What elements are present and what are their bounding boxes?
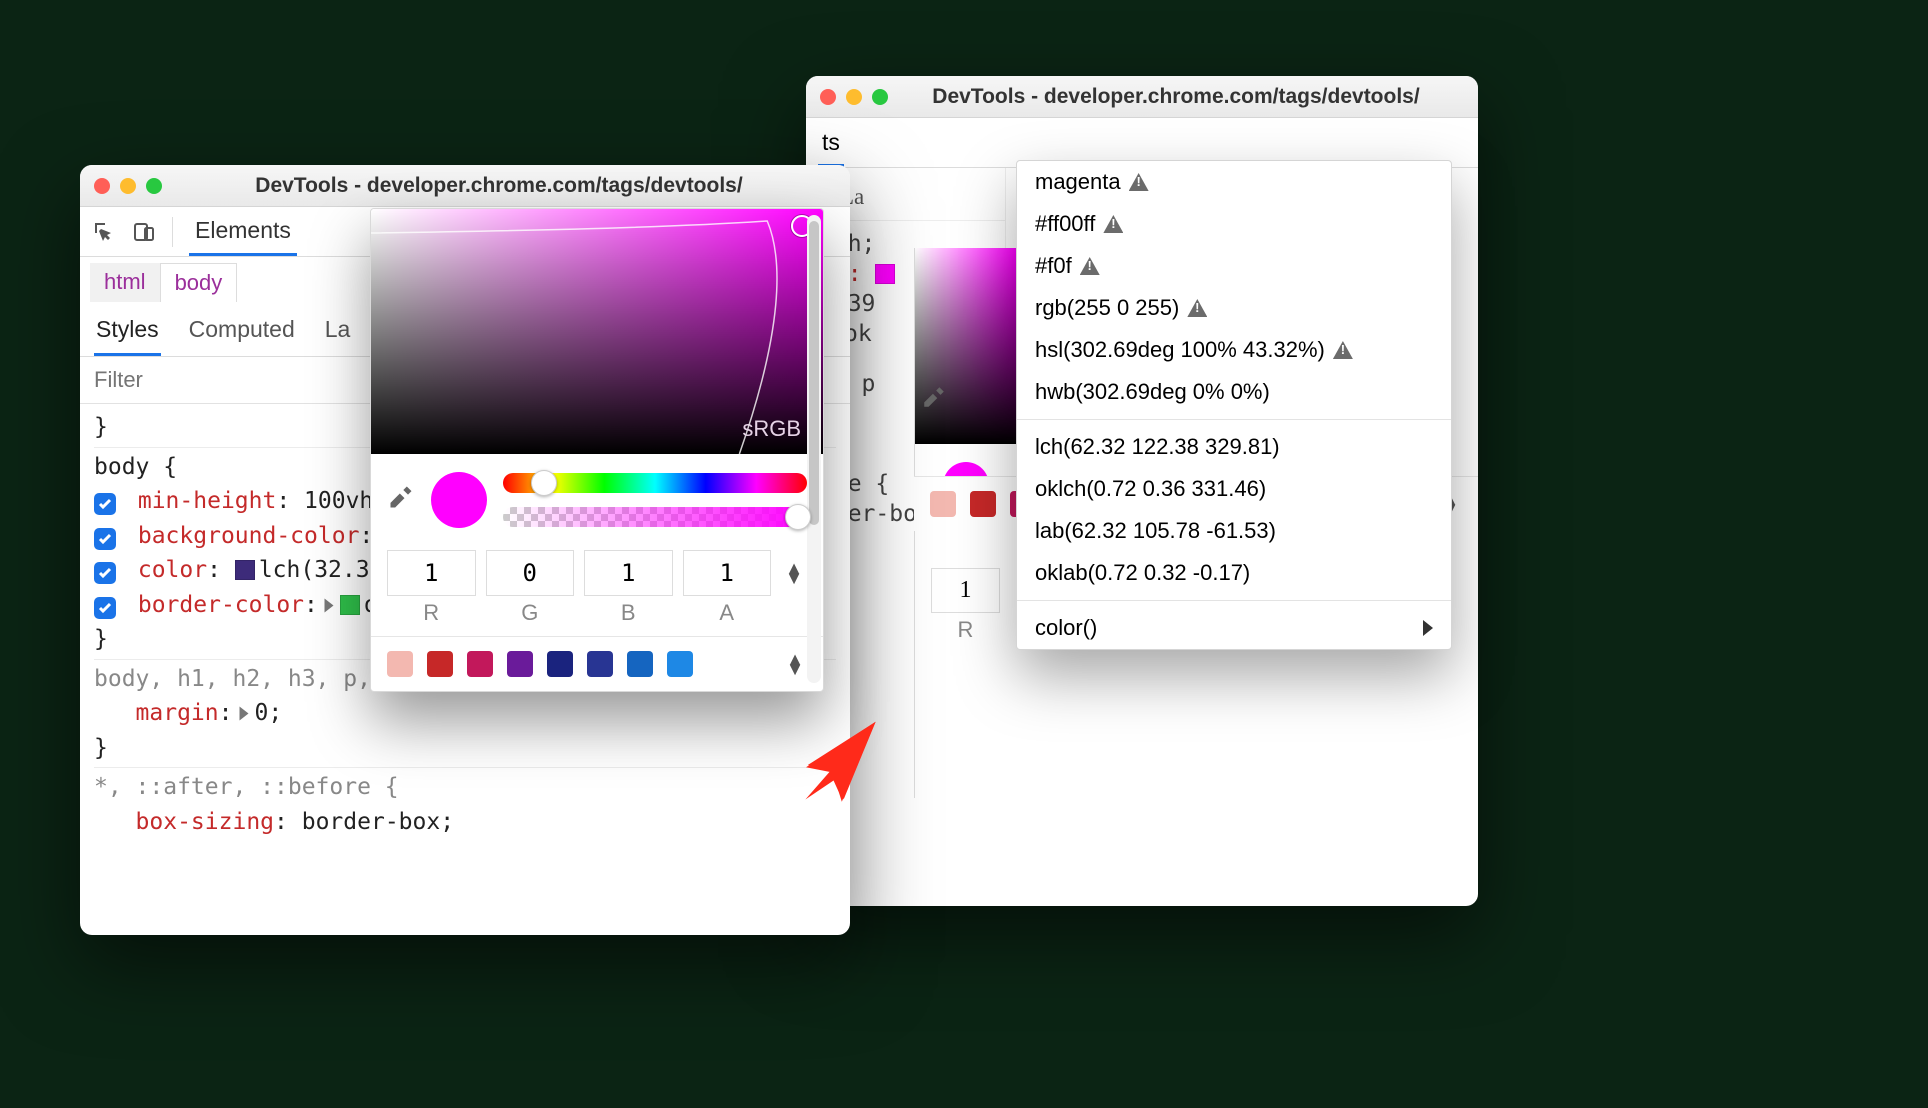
tab-elements-truncated[interactable]: ​ts bbox=[818, 121, 844, 167]
menu-item[interactable]: #ff00ff bbox=[1017, 203, 1451, 245]
menu-item-submenu[interactable]: color() bbox=[1017, 607, 1451, 649]
palette-row: ▲▼ bbox=[371, 636, 823, 691]
rule-brace-close: } bbox=[94, 731, 836, 766]
warning-icon bbox=[1103, 215, 1123, 233]
palette-swatch[interactable] bbox=[970, 491, 996, 517]
close-dot[interactable] bbox=[94, 178, 110, 194]
expand-icon[interactable] bbox=[239, 707, 248, 721]
palette-swatch[interactable] bbox=[467, 651, 493, 677]
menu-item[interactable]: #f0f bbox=[1017, 245, 1451, 287]
chevron-right-icon bbox=[1423, 620, 1433, 636]
traffic-lights bbox=[94, 178, 162, 194]
checkbox-icon[interactable] bbox=[94, 528, 116, 550]
palette-swatch[interactable] bbox=[930, 491, 956, 517]
checkbox-icon[interactable] bbox=[94, 493, 116, 515]
channel-input-g[interactable]: 0 bbox=[486, 550, 575, 596]
checkbox-icon[interactable] bbox=[94, 597, 116, 619]
palette-swatch[interactable] bbox=[507, 651, 533, 677]
hue-slider[interactable] bbox=[503, 473, 807, 493]
crumb-html[interactable]: html bbox=[90, 263, 160, 302]
warning-icon bbox=[1333, 341, 1353, 359]
alpha-slider[interactable] bbox=[503, 507, 807, 527]
close-dot[interactable] bbox=[820, 89, 836, 105]
color-swatch[interactable] bbox=[875, 264, 895, 284]
color-picker: sRGB 1 0 1 1 ▲▼ R G B A ▲▼ bbox=[370, 208, 824, 692]
menu-item[interactable]: rgb(255 0 255) bbox=[1017, 287, 1451, 329]
color-space-label: sRGB bbox=[742, 416, 801, 442]
rule-selector[interactable]: *, ::after, ::before { bbox=[94, 770, 836, 805]
inspect-icon[interactable] bbox=[92, 220, 116, 244]
palette-swatch[interactable] bbox=[627, 651, 653, 677]
crumb-body[interactable]: body bbox=[160, 263, 238, 302]
channel-labels: R G B A bbox=[371, 600, 823, 636]
color-swatch[interactable] bbox=[340, 595, 360, 615]
color-spectrum[interactable]: sRGB bbox=[371, 209, 823, 454]
channel-label: A bbox=[683, 600, 772, 626]
current-color-swatch bbox=[431, 472, 487, 528]
warning-icon bbox=[1187, 299, 1207, 317]
menu-item[interactable]: magenta bbox=[1017, 161, 1451, 203]
channel-input-r[interactable]: 1 bbox=[387, 550, 476, 596]
menu-item[interactable]: oklch(0.72 0.36 331.46) bbox=[1017, 468, 1451, 510]
window-title: DevTools - developer.chrome.com/tags/dev… bbox=[888, 85, 1464, 109]
channel-label: G bbox=[486, 600, 575, 626]
maximize-dot[interactable] bbox=[872, 89, 888, 105]
palette-swatch[interactable] bbox=[667, 651, 693, 677]
titlebar: DevTools - developer.chrome.com/tags/dev… bbox=[80, 165, 850, 207]
subtab-styles[interactable]: Styles bbox=[94, 310, 161, 356]
minimize-dot[interactable] bbox=[846, 89, 862, 105]
expand-icon[interactable] bbox=[324, 598, 333, 612]
channel-label-r: R bbox=[915, 617, 1016, 643]
subtab-computed[interactable]: Computed bbox=[187, 310, 297, 356]
menu-item[interactable]: oklab(0.72 0.32 -0.17) bbox=[1017, 552, 1451, 594]
filter-input[interactable] bbox=[94, 367, 314, 393]
tab-elements[interactable]: Elements bbox=[189, 207, 297, 256]
menu-item[interactable]: hsl(302.69deg 100% 43.32%) bbox=[1017, 329, 1451, 371]
color-swatch[interactable] bbox=[235, 560, 255, 580]
channel-inputs: 1 0 1 1 ▲▼ bbox=[371, 534, 823, 600]
warning-icon bbox=[1080, 257, 1100, 275]
warning-icon bbox=[1129, 173, 1149, 191]
device-toggle-icon[interactable] bbox=[132, 220, 156, 244]
menu-item[interactable]: lch(62.32 122.38 329.81) bbox=[1017, 426, 1451, 468]
scrollbar[interactable] bbox=[807, 215, 821, 683]
traffic-lights bbox=[820, 89, 888, 105]
eyedropper-icon[interactable] bbox=[921, 384, 951, 415]
eyedropper-icon[interactable] bbox=[387, 483, 415, 517]
minimize-dot[interactable] bbox=[120, 178, 136, 194]
maximize-dot[interactable] bbox=[146, 178, 162, 194]
annotation-arrow bbox=[787, 716, 886, 816]
window-title: DevTools - developer.chrome.com/tags/dev… bbox=[162, 174, 836, 198]
titlebar: DevTools - developer.chrome.com/tags/dev… bbox=[806, 76, 1478, 118]
color-format-menu: magenta #ff00ff #f0f rgb(255 0 255) hsl(… bbox=[1016, 160, 1452, 650]
menu-item[interactable]: hwb(302.69deg 0% 0%) bbox=[1017, 371, 1451, 413]
format-switcher[interactable]: ▲▼ bbox=[781, 563, 807, 583]
subtab-layout[interactable]: La bbox=[323, 310, 353, 356]
channel-input-a[interactable]: 1 bbox=[683, 550, 772, 596]
palette-swatch[interactable] bbox=[587, 651, 613, 677]
palette-swatch[interactable] bbox=[547, 651, 573, 677]
rule-prop[interactable]: box-sizing: border-box; bbox=[94, 805, 836, 840]
channel-label: R bbox=[387, 600, 476, 626]
channel-input-r[interactable]: 1 bbox=[931, 568, 1000, 613]
menu-item[interactable]: lab(62.32 105.78 -61.53) bbox=[1017, 510, 1451, 552]
rule-prop[interactable]: margin:0; bbox=[94, 696, 836, 731]
palette-swatch[interactable] bbox=[387, 651, 413, 677]
checkbox-icon[interactable] bbox=[94, 562, 116, 584]
slider-thumb[interactable] bbox=[531, 470, 557, 496]
palette-switcher[interactable]: ▲▼ bbox=[783, 654, 807, 674]
slider-thumb[interactable] bbox=[785, 504, 811, 530]
palette-swatch[interactable] bbox=[427, 651, 453, 677]
channel-label: B bbox=[584, 600, 673, 626]
channel-input-b[interactable]: 1 bbox=[584, 550, 673, 596]
